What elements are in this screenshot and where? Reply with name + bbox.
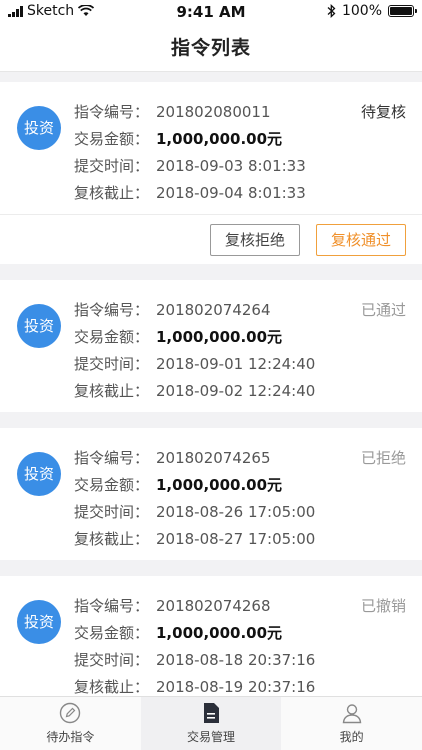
page-title: 指令列表 [170,37,251,59]
battery-icon [388,5,417,17]
order-id-label: 指令编号： [74,449,150,467]
deadline-value: 2018-09-02 12:24:40 [156,382,316,400]
deadline-row: 复核截止： 2018-09-04 8:01:33 [74,180,306,207]
card-actions: 复核拒绝 复核通过 [0,214,422,264]
deadline-label: 复核截止： [74,678,150,696]
bluetooth-icon [327,4,336,18]
amount-value: 1,000,000.00元 [156,624,283,642]
order-card[interactable]: 投资 指令编号： 201802074268 交易金额： 1,000,000.00元 … [0,576,422,696]
submit-time-value: 2018-09-03 8:01:33 [156,157,306,175]
amount-value: 1,000,000.00元 [156,130,283,148]
order-id-value: 201802074265 [156,449,271,467]
tab-label: 待办指令 [46,730,95,744]
investment-badge: 投资 [17,106,61,150]
submit-time-row: 提交时间： 2018-09-01 12:24:40 [74,351,315,378]
amount-label: 交易金额： [74,476,150,494]
submit-time-row: 提交时间： 2018-09-03 8:01:33 [74,153,306,180]
submit-time-label: 提交时间： [74,651,150,669]
status-right: 100% [327,3,417,19]
tab-mine[interactable]: 我的 [281,697,422,750]
tab-pending[interactable]: 待办指令 [0,697,141,750]
amount-label: 交易金额： [74,130,150,148]
order-list[interactable]: 投资 指令编号： 201802080011 交易金额： 1,000,000.00元 … [0,72,422,696]
amount-label: 交易金额： [74,328,150,346]
order-id-row: 指令编号： 201802074265 [74,445,315,472]
amount-row: 交易金额： 1,000,000.00元 [74,472,315,499]
submit-time-label: 提交时间： [74,503,150,521]
tab-label: 交易管理 [187,730,236,744]
order-id-row: 指令编号： 201802080011 [74,99,306,126]
user-icon [342,704,361,724]
deadline-row: 复核截止： 2018-09-02 12:24:40 [74,378,315,405]
order-id-row: 指令编号： 201802074268 [74,593,315,620]
submit-time-value: 2018-08-26 17:05:00 [156,503,316,521]
amount-label: 交易金额： [74,624,150,642]
status-badge: 已撤销 [360,597,406,615]
deadline-value: 2018-08-19 20:37:16 [156,678,316,696]
amount-row: 交易金额： 1,000,000.00元 [74,126,306,153]
status-badge: 已通过 [360,301,406,319]
nav-bar: 指令列表 [0,24,422,72]
status-bar: Sketch 9:41 AM 100% [0,0,422,24]
deadline-row: 复核截止： 2018-08-19 20:37:16 [74,674,315,696]
amount-value: 1,000,000.00元 [156,328,283,346]
edit-circle-icon [60,702,81,724]
submit-time-value: 2018-08-18 20:37:16 [156,651,316,669]
order-id-label: 指令编号： [74,103,150,121]
investment-badge: 投资 [17,304,61,348]
amount-value: 1,000,000.00元 [156,476,283,494]
reject-button[interactable]: 复核拒绝 [209,223,300,256]
tab-bar: 待办指令 交易管理 我的 [0,696,422,750]
tab-label: 我的 [339,730,364,744]
order-card[interactable]: 投资 指令编号： 201802074264 交易金额： 1,000,000.00元 … [0,280,422,412]
battery-percent: 100% [341,3,382,19]
status-badge: 已拒绝 [360,449,406,467]
submit-time-label: 提交时间： [74,157,150,175]
amount-row: 交易金额： 1,000,000.00元 [74,324,315,351]
investment-badge: 投资 [17,600,61,644]
deadline-label: 复核截止： [74,382,150,400]
deadline-label: 复核截止： [74,184,150,202]
order-id-label: 指令编号： [74,597,150,615]
approve-button[interactable]: 复核通过 [315,223,406,256]
order-id-label: 指令编号： [74,301,150,319]
order-id-value: 201802074264 [156,301,271,319]
order-id-value: 201802074268 [156,597,271,615]
deadline-row: 复核截止： 2018-08-27 17:05:00 [74,526,315,553]
order-card[interactable]: 投资 指令编号： 201802074265 交易金额： 1,000,000.00元 … [0,428,422,560]
deadline-value: 2018-08-27 17:05:00 [156,530,316,548]
submit-time-row: 提交时间： 2018-08-18 20:37:16 [74,647,315,674]
status-badge: 待复核 [360,103,406,121]
submit-time-row: 提交时间： 2018-08-26 17:05:00 [74,499,315,526]
investment-badge: 投资 [17,452,61,496]
order-id-row: 指令编号： 201802074264 [74,297,315,324]
deadline-value: 2018-09-04 8:01:33 [156,184,306,202]
order-card[interactable]: 投资 指令编号： 201802080011 交易金额： 1,000,000.00元 … [0,82,422,264]
order-id-value: 201802080011 [156,103,271,121]
amount-row: 交易金额： 1,000,000.00元 [74,620,315,647]
submit-time-label: 提交时间： [74,355,150,373]
tab-trade-management[interactable]: 交易管理 [140,697,282,750]
document-icon [204,703,219,723]
submit-time-value: 2018-09-01 12:24:40 [156,355,316,373]
deadline-label: 复核截止： [74,530,150,548]
